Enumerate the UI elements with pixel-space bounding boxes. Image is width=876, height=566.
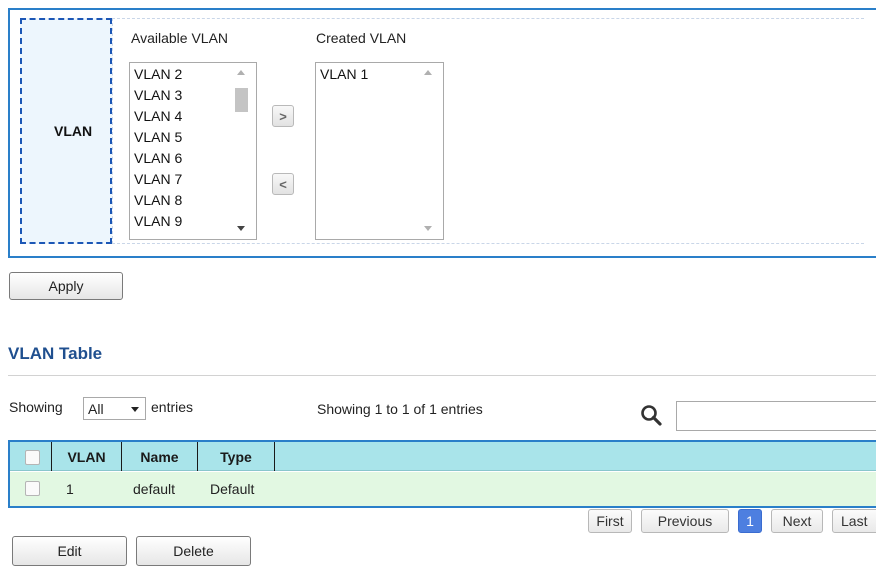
- list-item[interactable]: VLAN 1: [320, 66, 368, 82]
- row-type: Default: [210, 481, 255, 497]
- entries-select-value: All: [88, 400, 104, 417]
- pagination-next[interactable]: Next: [771, 509, 823, 533]
- pagination-previous[interactable]: Previous: [641, 509, 729, 533]
- list-item[interactable]: VLAN 5: [134, 129, 182, 145]
- pagination-first[interactable]: First: [588, 509, 632, 533]
- caret-down-icon: [131, 407, 139, 412]
- list-item[interactable]: VLAN 8: [134, 192, 182, 208]
- scroll-up-icon[interactable]: [237, 70, 245, 75]
- pagination-last[interactable]: Last: [832, 509, 876, 533]
- row-name: default: [133, 481, 176, 497]
- available-vlan-list[interactable]: VLAN 2 VLAN 3 VLAN 4 VLAN 5 VLAN 6 VLAN …: [129, 62, 257, 240]
- select-all-cell: [10, 442, 52, 471]
- column-header-name[interactable]: Name: [122, 442, 198, 471]
- created-vlan-title: Created VLAN: [316, 30, 407, 46]
- table-info: Showing 1 to 1 of 1 entries: [317, 401, 483, 417]
- showing-label: Showing: [9, 399, 63, 415]
- apply-button[interactable]: Apply: [9, 272, 123, 300]
- scroll-up-icon[interactable]: [424, 70, 432, 75]
- scrollbar-thumb[interactable]: [235, 88, 248, 112]
- scroll-down-icon[interactable]: [424, 226, 432, 231]
- list-item[interactable]: VLAN 6: [134, 150, 182, 166]
- list-item[interactable]: VLAN 3: [134, 87, 182, 103]
- row-vlan-id: 1: [66, 481, 74, 497]
- search-input[interactable]: [676, 401, 876, 431]
- pagination-page-1[interactable]: 1: [738, 509, 762, 533]
- list-item[interactable]: VLAN 9: [134, 213, 182, 229]
- search-icon[interactable]: [640, 404, 664, 428]
- created-vlan-list[interactable]: VLAN 1: [315, 62, 444, 240]
- select-all-checkbox[interactable]: [25, 450, 40, 465]
- chevron-right-icon: >: [279, 108, 287, 124]
- row-checkbox[interactable]: [25, 481, 40, 496]
- available-vlan-title: Available VLAN: [131, 30, 229, 46]
- list-item[interactable]: VLAN 2: [134, 66, 182, 82]
- list-item[interactable]: VLAN 4: [134, 108, 182, 124]
- add-vlan-button[interactable]: >: [272, 105, 294, 127]
- title-divider: [8, 375, 876, 376]
- column-header-vlan[interactable]: VLAN: [52, 442, 122, 471]
- remove-vlan-button[interactable]: <: [272, 173, 294, 195]
- entries-select[interactable]: All: [83, 397, 146, 420]
- entries-label: entries: [151, 399, 194, 415]
- chevron-left-icon: <: [279, 176, 287, 192]
- scroll-down-icon[interactable]: [237, 226, 245, 231]
- vlan-table-title: VLAN Table: [8, 344, 103, 363]
- column-header-type[interactable]: Type: [198, 442, 275, 471]
- vlan-field-label: VLAN: [54, 123, 93, 139]
- list-item[interactable]: VLAN 7: [134, 171, 182, 187]
